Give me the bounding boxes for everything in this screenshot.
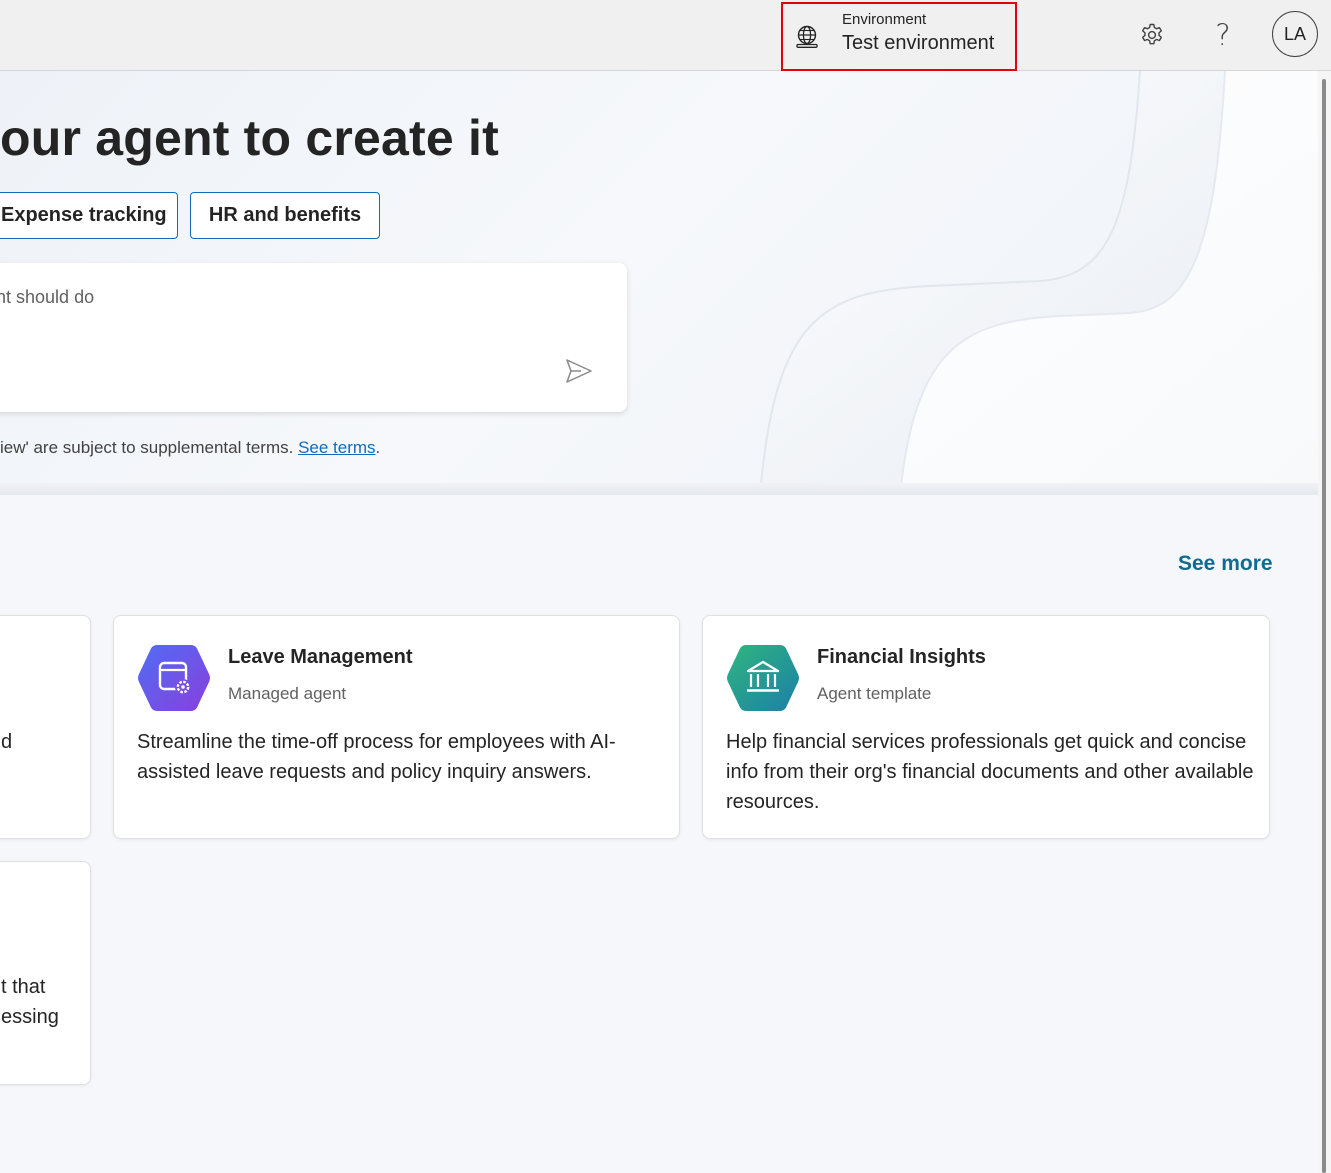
environment-value[interactable]: Test environment xyxy=(842,32,994,55)
terms-text: iew' are subject to supplemental terms. xyxy=(0,438,294,457)
suggestion-chip-hr-benefits[interactable]: HR and benefits xyxy=(190,192,380,239)
terms-notice: iew' are subject to supplemental terms. … xyxy=(0,438,380,458)
page-title: our agent to create it xyxy=(0,110,499,166)
card-subtitle: Agent template xyxy=(817,684,932,703)
calendar-gear-icon xyxy=(138,645,210,711)
card-description: Help financial services professionals ge… xyxy=(726,731,1254,813)
agent-card-financial-insights[interactable]: Financial Insights Agent template Help f… xyxy=(702,615,1270,839)
agent-card-partial[interactable]: t that essing xyxy=(0,861,91,1085)
gear-icon xyxy=(1142,23,1162,45)
avatar-initials: LA xyxy=(1283,23,1307,44)
prompt-box xyxy=(0,263,627,412)
environment-label: Environment xyxy=(842,11,927,28)
top-bar: Environment Test environment ? LA xyxy=(0,0,1331,71)
see-more-link[interactable]: See more xyxy=(1178,552,1273,576)
question-icon: ? xyxy=(1215,18,1231,52)
agent-card-partial[interactable]: d xyxy=(0,615,91,839)
send-icon[interactable] xyxy=(564,357,594,385)
bank-icon xyxy=(727,645,799,711)
hero-divider xyxy=(0,483,1318,495)
terms-period: . xyxy=(375,438,381,457)
card-description-fragment: t that xyxy=(1,976,46,998)
environment-picker[interactable]: Environment Test environment xyxy=(781,2,1017,71)
card-description: Streamline the time-off process for empl… xyxy=(137,731,616,783)
agent-description-input[interactable] xyxy=(0,277,530,317)
card-description-fragment: d xyxy=(1,731,13,753)
agent-card-leave-management[interactable]: Leave Management Managed agent Streamlin… xyxy=(113,615,680,839)
hero-section: our agent to create it Expense tracking … xyxy=(0,71,1318,495)
avatar[interactable]: LA xyxy=(1272,11,1318,57)
help-button[interactable]: ? xyxy=(1208,18,1238,52)
card-title: Financial Insights xyxy=(817,646,986,668)
suggestion-chip-expense-tracking[interactable]: Expense tracking xyxy=(0,192,178,239)
globe-icon xyxy=(796,25,818,48)
card-description-fragment: essing xyxy=(1,1006,59,1028)
see-terms-link[interactable]: See terms xyxy=(298,438,375,457)
settings-button[interactable] xyxy=(1137,18,1167,52)
card-subtitle: Managed agent xyxy=(228,684,347,703)
card-title: Leave Management xyxy=(228,646,413,668)
scrollbar-thumb[interactable] xyxy=(1322,79,1326,1173)
